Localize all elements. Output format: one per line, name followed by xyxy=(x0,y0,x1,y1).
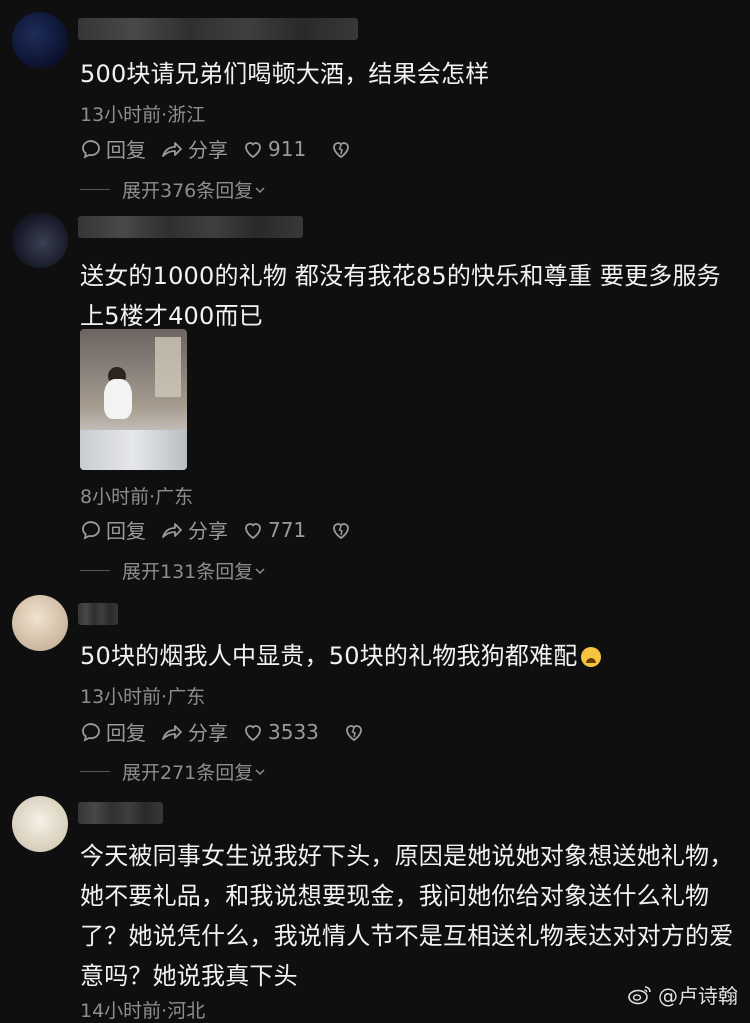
share-arrow-icon xyxy=(162,141,182,157)
comment-image[interactable] xyxy=(80,329,187,470)
share-label: 分享 xyxy=(188,138,228,162)
divider xyxy=(80,189,110,190)
dislike-button[interactable] xyxy=(330,138,356,160)
username-blurred[interactable] xyxy=(78,18,358,40)
expand-label: 展开376条回复 xyxy=(122,180,254,202)
like-button[interactable]: 771 xyxy=(242,518,306,542)
avatar[interactable] xyxy=(12,595,68,651)
share-arrow-icon xyxy=(162,724,182,740)
comment-actions: 回复 分享 771 xyxy=(80,515,370,544)
comment-text: 今天被同事女生说我好下头，原因是她说她对象想送她礼物，她不要礼品，和我说想要现金… xyxy=(80,842,734,990)
comment-meta: 8小时前·广东 xyxy=(80,486,194,508)
expand-label: 展开131条回复 xyxy=(122,561,254,583)
image-window xyxy=(155,337,181,397)
heart-icon xyxy=(245,522,261,539)
share-label: 分享 xyxy=(188,519,228,543)
comment-actions: 回复 分享 911 xyxy=(80,134,370,163)
crying-emoji-icon xyxy=(581,647,602,667)
reply-label: 回复 xyxy=(106,138,146,162)
expand-replies[interactable]: 展开376条回复 xyxy=(80,176,267,203)
comment-text-body: 50块的烟我人中显贵，50块的礼物我狗都难配 xyxy=(80,642,578,670)
broken-heart-icon xyxy=(333,522,350,539)
comment-text: 500块请兄弟们喝顿大酒，结果会怎样 xyxy=(80,60,490,88)
heart-icon xyxy=(245,141,261,158)
expand-replies[interactable]: 展开271条回复 xyxy=(80,758,267,785)
image-bedding xyxy=(80,430,187,470)
username-blurred[interactable] xyxy=(78,603,118,625)
broken-heart-icon xyxy=(333,141,350,158)
username-blurred[interactable] xyxy=(78,802,163,824)
reply-button[interactable]: 回复 xyxy=(80,134,146,163)
chevron-down-icon xyxy=(255,567,265,574)
like-button[interactable]: 911 xyxy=(242,137,306,161)
broken-heart-icon xyxy=(346,724,362,741)
share-label: 分享 xyxy=(188,721,228,745)
share-arrow-icon xyxy=(162,522,182,538)
reply-button[interactable]: 回复 xyxy=(80,515,146,544)
comment-actions: 回复 分享 3533 xyxy=(80,717,383,746)
divider xyxy=(80,771,110,772)
username-blurred[interactable] xyxy=(78,216,303,238)
reply-button[interactable]: 回复 xyxy=(80,717,146,746)
comment-meta: 13小时前·浙江 xyxy=(80,104,206,126)
avatar[interactable] xyxy=(12,796,68,852)
chevron-down-icon xyxy=(255,186,265,193)
divider xyxy=(80,570,110,571)
weibo-logo-icon xyxy=(628,985,651,1004)
reply-label: 回复 xyxy=(106,519,146,543)
like-count: 3533 xyxy=(268,719,319,744)
like-button[interactable]: 3533 xyxy=(242,720,319,744)
share-button[interactable]: 分享 xyxy=(160,515,228,544)
chevron-down-icon xyxy=(255,768,265,775)
watermark: @卢诗翰 xyxy=(628,980,738,1009)
share-button[interactable]: 分享 xyxy=(160,134,228,163)
comment-text: 50块的烟我人中显贵，50块的礼物我狗都难配 xyxy=(80,636,738,676)
dislike-button[interactable] xyxy=(330,519,356,541)
expand-replies[interactable]: 展开131条回复 xyxy=(80,557,267,584)
heart-icon xyxy=(245,724,261,741)
image-person xyxy=(104,379,132,419)
avatar[interactable] xyxy=(12,12,68,68)
comment-text: 送女的1000的礼物 都没有我花85的快乐和尊重 要更多服务上5楼才400而已 xyxy=(80,262,721,330)
dislike-button[interactable] xyxy=(343,721,369,743)
comment-meta: 14小时前·河北 xyxy=(80,1000,206,1022)
like-count: 911 xyxy=(268,136,307,161)
chat-bubble-icon xyxy=(82,139,100,159)
reply-label: 回复 xyxy=(106,721,146,745)
chat-bubble-icon xyxy=(82,722,100,742)
watermark-text: @卢诗翰 xyxy=(658,984,738,1008)
like-count: 771 xyxy=(268,517,307,542)
comment-meta: 13小时前·广东 xyxy=(80,686,206,708)
avatar[interactable] xyxy=(12,212,68,268)
expand-label: 展开271条回复 xyxy=(122,762,254,784)
chat-bubble-icon xyxy=(82,520,100,540)
share-button[interactable]: 分享 xyxy=(160,717,228,746)
